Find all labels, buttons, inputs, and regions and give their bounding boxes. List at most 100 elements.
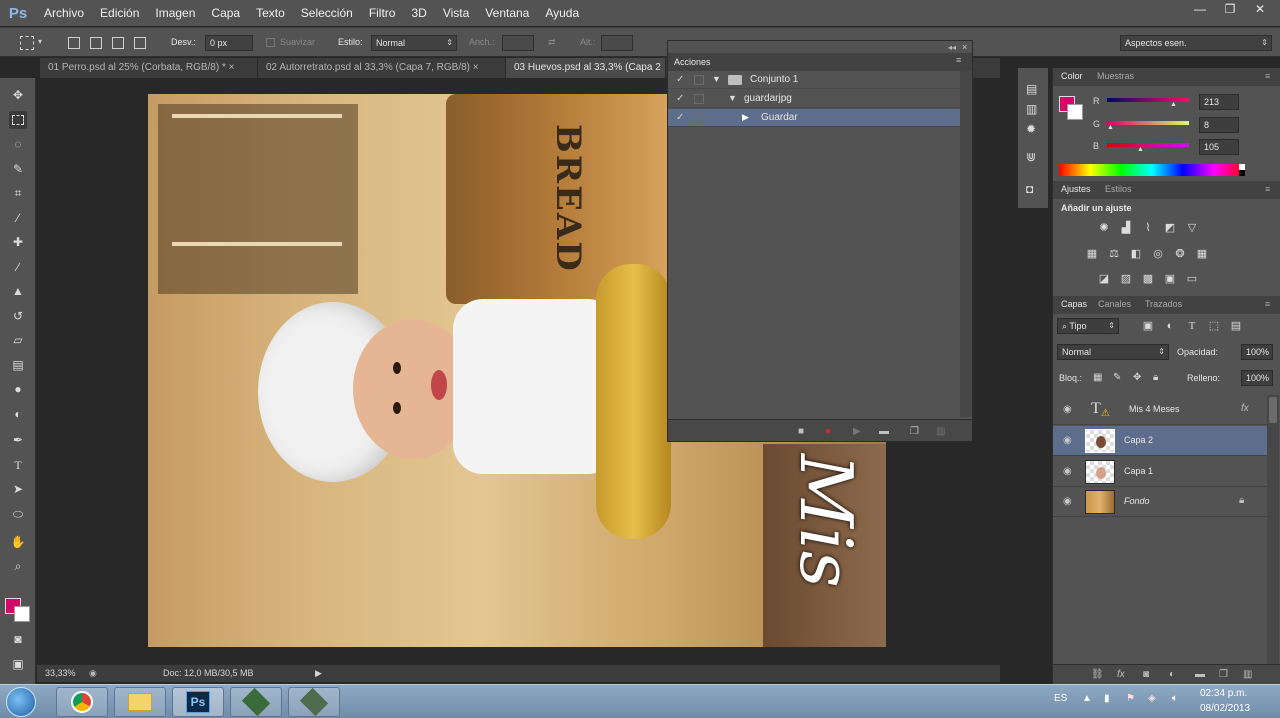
eraser-tool-icon[interactable]: ▱ [9, 331, 27, 349]
screen-mode-icon[interactable]: ▣ [9, 655, 27, 673]
clock-date[interactable]: 08/02/2013 [1200, 703, 1250, 714]
filter-type-icon[interactable]: T [1185, 320, 1199, 332]
curves-icon[interactable]: ⌇ [1141, 222, 1155, 234]
info-panel-icon[interactable]: ⋓ [1026, 150, 1036, 164]
tab-color[interactable]: Color [1061, 71, 1083, 81]
adjustment-panel-icon[interactable]: ✹ [1026, 122, 1036, 136]
background-color-swatch[interactable] [14, 606, 30, 622]
crop-tool-icon[interactable]: ⌗ [9, 184, 27, 202]
smooth-checkbox[interactable] [266, 38, 275, 47]
threshold-icon[interactable]: ▩ [1141, 273, 1155, 285]
g-slider-handle[interactable]: ▲ [1107, 124, 1114, 131]
levels-icon[interactable]: ▟ [1119, 222, 1133, 234]
panel-menu-icon[interactable]: ≡ [1265, 71, 1270, 81]
opacity-input[interactable]: 100% [1241, 344, 1273, 360]
restore-button[interactable]: ❐ [1218, 2, 1242, 16]
eye-icon[interactable]: ◉ [1063, 496, 1072, 507]
app-taskbar-button[interactable] [288, 687, 340, 717]
pen-tool-icon[interactable]: ✒ [9, 431, 27, 449]
new-selection-icon[interactable] [68, 37, 80, 49]
quick-mask-icon[interactable]: ◙ [9, 630, 27, 648]
color-balance-icon[interactable]: ⚖ [1107, 248, 1121, 260]
record-icon[interactable]: ● [825, 426, 831, 437]
tab-huevos[interactable]: 03 Huevos.psd al 33,3% (Capa 2 [506, 58, 666, 78]
menu-capa[interactable]: Capa [203, 6, 248, 20]
filter-pixel-icon[interactable]: ▣ [1141, 320, 1155, 332]
minimize-button[interactable]: — [1188, 2, 1212, 16]
quick-select-tool-icon[interactable]: ✎ [9, 160, 27, 178]
add-selection-icon[interactable] [90, 37, 102, 49]
color-panel-background[interactable] [1067, 104, 1083, 120]
ellipse-tool-icon[interactable]: ⬭ [9, 505, 27, 523]
swap-icon[interactable]: ⇄ [548, 37, 556, 48]
chevron-down-icon[interactable]: ▾ [38, 37, 42, 46]
check-icon[interactable]: ✓ [676, 74, 684, 85]
lock-pixels-icon[interactable]: ✎ [1113, 372, 1121, 383]
color-lookup-icon[interactable]: ▦ [1195, 248, 1209, 260]
language-indicator[interactable]: ES [1054, 693, 1067, 704]
style-select[interactable]: Normal ⇕ [371, 35, 457, 51]
volume-icon[interactable]: 🔈︎ [1172, 693, 1178, 704]
blur-tool-icon[interactable]: ● [9, 380, 27, 398]
zoom-tool-icon[interactable]: ⌕ [9, 557, 27, 575]
link-layers-icon[interactable]: ⛓ [1091, 669, 1104, 680]
hue-saturation-icon[interactable]: ▦ [1085, 248, 1099, 260]
dodge-tool-icon[interactable]: ◐ [9, 405, 27, 423]
menu-filtro[interactable]: Filtro [361, 6, 404, 20]
subtract-selection-icon[interactable] [112, 37, 124, 49]
tool-presets-icon[interactable]: ◘ [1026, 182, 1033, 196]
vibrance-icon[interactable]: ▽ [1185, 222, 1199, 234]
blend-mode-select[interactable]: Normal ⇕ [1057, 344, 1169, 360]
check-icon[interactable]: ✓ [676, 112, 684, 123]
menu-texto[interactable]: Texto [248, 6, 293, 20]
path-select-tool-icon[interactable]: ➤ [9, 480, 27, 498]
new-adjustment-icon[interactable]: ◐ [1169, 669, 1175, 680]
marquee-tool-icon[interactable] [9, 111, 27, 129]
width-input[interactable] [502, 35, 534, 51]
invert-icon[interactable]: ◪ [1097, 273, 1111, 285]
eye-icon[interactable]: ◉ [1063, 466, 1072, 477]
triangle-down-icon[interactable]: ▼ [712, 74, 721, 84]
black-white-icon[interactable]: ◧ [1129, 248, 1143, 260]
triangle-down-icon[interactable]: ▼ [728, 93, 737, 103]
status-menu-arrow-icon[interactable]: ▶ [315, 668, 322, 679]
tab-channels[interactable]: Canales [1098, 299, 1131, 309]
workspace-select[interactable]: Aspectos esen. ⇕ [1120, 35, 1272, 51]
fill-input[interactable]: 100% [1241, 370, 1273, 386]
menu-3d[interactable]: 3D [403, 6, 434, 20]
action-set-row[interactable]: ✓ ▼ Conjunto 1 [668, 71, 960, 89]
dialog-toggle[interactable] [694, 94, 704, 104]
triangle-right-icon[interactable]: ▶ [742, 112, 749, 123]
history-brush-tool-icon[interactable]: ↺ [9, 307, 27, 325]
new-group-icon[interactable]: ▬ [1195, 669, 1205, 680]
menu-vista[interactable]: Vista [435, 6, 477, 20]
b-value[interactable]: 105 [1199, 139, 1239, 155]
menu-archivo[interactable]: Archivo [36, 6, 92, 20]
trash-icon[interactable]: ▥ [936, 426, 945, 437]
b-slider-handle[interactable]: ▲ [1137, 146, 1144, 153]
marquee-preset-icon[interactable] [20, 36, 34, 50]
check-icon[interactable]: ✓ [676, 93, 684, 104]
new-action-icon[interactable]: ❐ [910, 426, 919, 437]
actions-scrollbar[interactable] [960, 71, 972, 417]
g-slider[interactable] [1107, 121, 1189, 125]
layer-row[interactable]: ◉ Capa 1 [1053, 457, 1267, 487]
trash-icon[interactable]: ▥ [1243, 669, 1252, 680]
tab-autorretrato[interactable]: 02 Autorretrato.psd al 33,3% (Capa 7, RG… [258, 58, 506, 78]
brush-tool-icon[interactable]: ∕ [9, 258, 27, 276]
move-tool-icon[interactable]: ✥ [9, 86, 27, 104]
app-taskbar-button[interactable] [230, 687, 282, 717]
tray-arrow-icon[interactable]: ▲ [1082, 693, 1092, 704]
tab-adjustments[interactable]: Ajustes [1061, 184, 1091, 194]
close-button[interactable]: ✕ [1248, 2, 1272, 16]
tab-styles[interactable]: Estilos [1105, 184, 1132, 194]
new-set-folder-icon[interactable]: ▬ [879, 426, 889, 437]
panel-menu-icon[interactable]: ≡ [1265, 184, 1270, 194]
dialog-toggle[interactable] [694, 113, 704, 123]
add-style-icon[interactable]: fx [1117, 669, 1125, 680]
layer-row[interactable]: ◉ Capa 2 [1053, 426, 1267, 456]
stop-icon[interactable]: ■ [798, 426, 804, 437]
lock-transparent-icon[interactable]: ▦ [1093, 372, 1102, 383]
security-icon[interactable]: ◈ [1148, 693, 1156, 704]
g-value[interactable]: 8 [1199, 117, 1239, 133]
